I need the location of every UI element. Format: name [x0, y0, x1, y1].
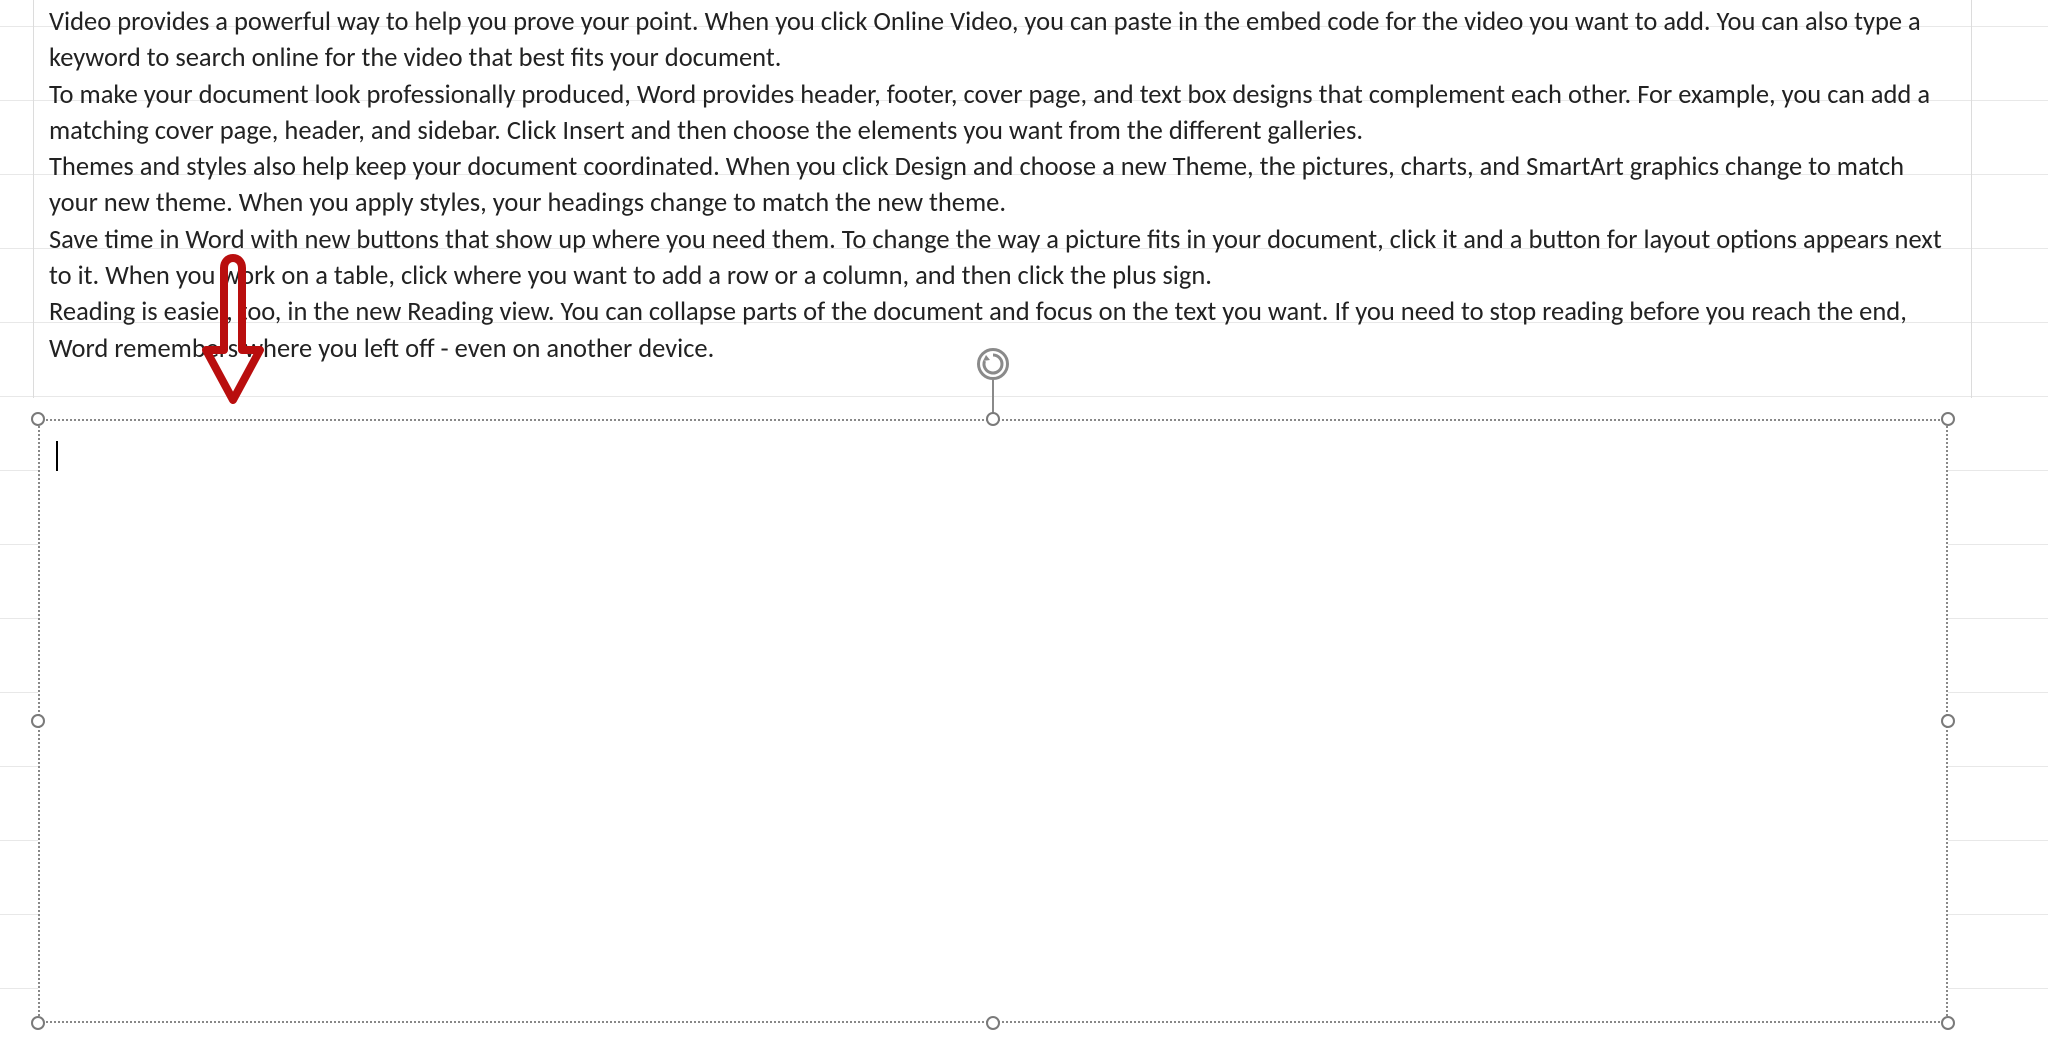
resize-handle-bm[interactable]	[986, 1016, 1000, 1030]
textbox-selected-empty[interactable]	[38, 419, 1948, 1023]
resize-handle-tl[interactable]	[31, 412, 45, 426]
paragraph: Themes and styles also help keep your do…	[49, 149, 1956, 222]
text-caret	[56, 441, 58, 471]
worksheet-canvas[interactable]: Video provides a powerful way to help yo…	[0, 0, 2048, 1058]
resize-handle-bl[interactable]	[31, 1016, 45, 1030]
resize-handle-ml[interactable]	[31, 714, 45, 728]
resize-handle-br[interactable]	[1941, 1016, 1955, 1030]
paragraph: To make your document look professionall…	[49, 77, 1956, 150]
resize-handle-tm[interactable]	[986, 412, 1000, 426]
rotation-handle-icon[interactable]	[977, 348, 1009, 380]
textbox-sample-text[interactable]: Video provides a powerful way to help yo…	[33, 0, 1972, 398]
resize-handle-tr[interactable]	[1941, 412, 1955, 426]
paragraph: Save time in Word with new buttons that …	[49, 222, 1956, 295]
resize-handle-mr[interactable]	[1941, 714, 1955, 728]
paragraph: Video provides a powerful way to help yo…	[49, 4, 1956, 77]
